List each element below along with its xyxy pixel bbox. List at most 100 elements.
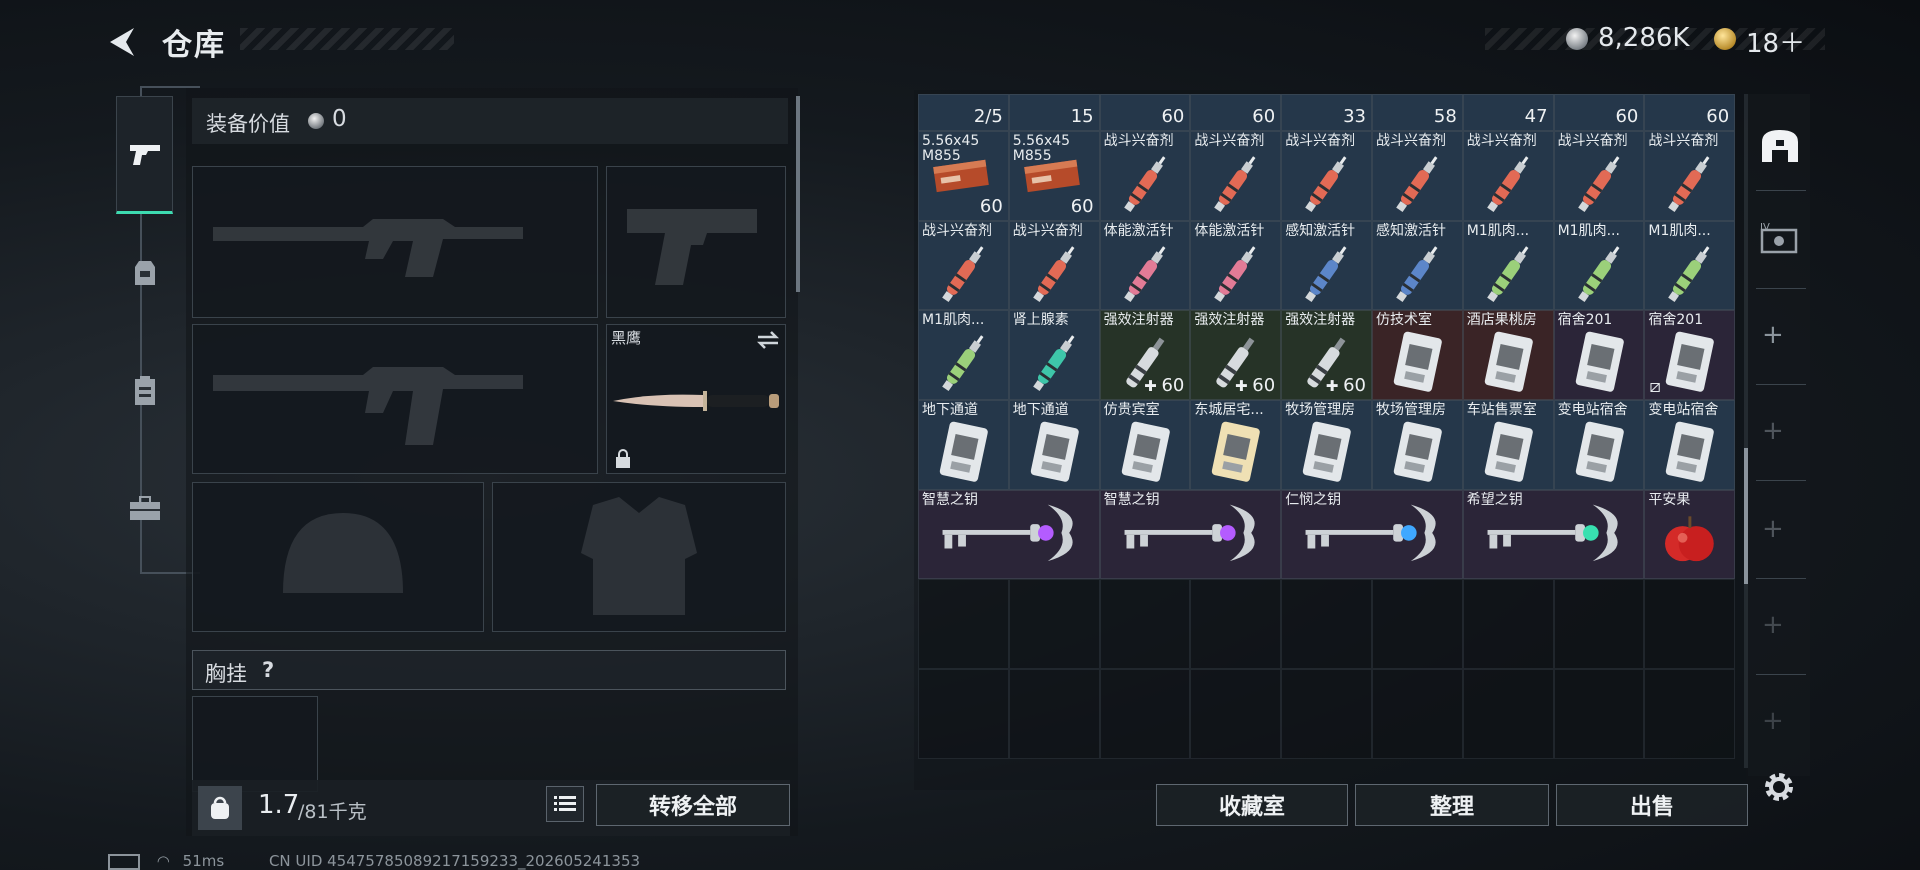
loadout-scrollbar[interactable] [796, 96, 800, 292]
storage-item[interactable]: 5.56x45 M855 60 [1008, 131, 1100, 221]
add-slot-icon[interactable]: + [1762, 320, 1784, 350]
storage-item-key[interactable]: 希望之钥 [1462, 489, 1645, 580]
storage-item[interactable]: 战斗兴奋剂 [1099, 131, 1191, 221]
storage-item[interactable]: 宿舍201 ⧄ [1644, 310, 1736, 401]
empty-slot[interactable] [1462, 579, 1554, 670]
item-count: 60 [1071, 196, 1094, 217]
premium-balance[interactable]: 18＋ [1746, 23, 1805, 60]
storage-cell[interactable]: 60 [1190, 94, 1282, 131]
storage-item[interactable]: 战斗兴奋剂 [1190, 131, 1282, 221]
storage-item[interactable]: 宿舍201 [1553, 310, 1645, 401]
tab-weapon[interactable] [116, 96, 173, 214]
storage-item[interactable]: 战斗兴奋剂 [1462, 131, 1554, 221]
tab-kit[interactable] [116, 450, 173, 568]
storage-item[interactable]: 仿技术室 [1371, 310, 1463, 401]
storage-item[interactable]: 肾上腺素 [1008, 310, 1100, 401]
storage-item[interactable]: 东城居宅... [1190, 400, 1282, 490]
storage-item[interactable]: 牧场管理房 [1281, 400, 1372, 490]
storage-item-apple[interactable]: 平安果 [1644, 489, 1736, 580]
primary-weapon-slot[interactable] [192, 166, 598, 318]
warehouse-icon[interactable] [1760, 128, 1800, 164]
sell-button[interactable]: 出售 [1556, 784, 1748, 826]
storage-item[interactable]: 感知激活针 [1281, 220, 1372, 311]
storage-cell[interactable]: 2/5 [918, 94, 1009, 131]
storage-item[interactable]: 变电站宿舍 [1553, 400, 1645, 490]
storage-item-key[interactable]: 智慧之钥 [918, 489, 1100, 580]
list-view-button[interactable] [546, 786, 584, 822]
empty-slot[interactable] [1281, 669, 1372, 760]
storage-item[interactable]: 地下通道 [1008, 400, 1100, 490]
secondary-weapon-slot[interactable] [192, 324, 598, 474]
empty-slot[interactable] [1008, 669, 1100, 760]
storage-cell[interactable]: 47 [1462, 94, 1554, 131]
tab-inventory[interactable] [116, 332, 173, 450]
lock-icon [616, 449, 630, 468]
helmet-slot[interactable] [192, 482, 484, 632]
add-slot-icon[interactable]: + [1762, 706, 1784, 736]
empty-slot[interactable] [1553, 669, 1645, 760]
empty-slot[interactable] [1644, 669, 1736, 760]
storage-item-key[interactable]: 智慧之钥 [1099, 489, 1282, 580]
add-slot-icon[interactable]: + [1762, 514, 1784, 544]
storage-cell[interactable]: 60 [1099, 94, 1191, 131]
storage-cell[interactable]: 33 [1281, 94, 1372, 131]
empty-slot[interactable] [1371, 579, 1463, 670]
empty-slot[interactable] [1190, 669, 1282, 760]
storage-item[interactable]: 强效注射器 ✚ 60 [1099, 310, 1191, 401]
add-slot-icon[interactable]: + [1762, 416, 1784, 446]
storage-item[interactable]: M1肌肉... [1644, 220, 1736, 311]
storage-item[interactable]: 战斗兴奋剂 [918, 220, 1009, 311]
storage-item[interactable]: 战斗兴奋剂 [1553, 131, 1645, 221]
chest-rig-help-icon[interactable]: ? [262, 658, 274, 682]
storage-cell[interactable]: 58 [1371, 94, 1463, 131]
storage-item[interactable]: M1肌肉... [918, 310, 1009, 401]
storage-item[interactable]: 感知激活针 [1371, 220, 1463, 311]
empty-slot[interactable] [1190, 579, 1282, 670]
armor-slot[interactable] [492, 482, 786, 632]
storage-item[interactable]: M1肌肉... [1462, 220, 1554, 311]
empty-slot[interactable] [1008, 579, 1100, 670]
storage-cell[interactable]: 60 [1644, 94, 1736, 131]
storage-cell[interactable]: 60 [1553, 94, 1645, 131]
storage-item[interactable]: 强效注射器 ✚ 60 [1190, 310, 1282, 401]
storage-item[interactable]: M1肌肉... [1553, 220, 1645, 311]
level-case-icon[interactable]: IV [1758, 220, 1802, 256]
back-icon[interactable] [104, 24, 140, 60]
storage-item[interactable]: 牧场管理房 [1371, 400, 1463, 490]
storage-item[interactable]: 体能激活针 [1190, 220, 1282, 311]
collection-room-button[interactable]: 收藏室 [1156, 784, 1348, 826]
storage-item[interactable]: 体能激活针 [1099, 220, 1191, 311]
storage-item[interactable]: 变电站宿舍 [1644, 400, 1736, 490]
storage-item[interactable]: 车站售票室 [1462, 400, 1554, 490]
empty-slot[interactable] [1099, 669, 1191, 760]
storage-item-key[interactable]: 仁悯之钥 [1281, 489, 1463, 580]
sort-button[interactable]: 整理 [1355, 784, 1549, 826]
empty-slot[interactable] [1644, 579, 1736, 670]
storage-item[interactable]: 5.56x45 M855 60 [918, 131, 1009, 221]
swap-icon[interactable] [755, 329, 781, 351]
item-count: ✚ 60 [1326, 375, 1366, 396]
storage-item[interactable]: 战斗兴奋剂 [1371, 131, 1463, 221]
empty-slot[interactable] [1553, 579, 1645, 670]
storage-item[interactable]: 仿贵宾室 [1099, 400, 1191, 490]
empty-slot[interactable] [1371, 669, 1463, 760]
settings-gear-icon[interactable] [1762, 770, 1796, 804]
storage-item[interactable]: 战斗兴奋剂 [1008, 220, 1100, 311]
storage-item[interactable]: 战斗兴奋剂 [1644, 131, 1736, 221]
storage-item[interactable]: 地下通道 [918, 400, 1009, 490]
empty-slot[interactable] [918, 669, 1009, 760]
chest-rig-slot[interactable] [192, 696, 318, 792]
empty-slot[interactable] [1281, 579, 1372, 670]
storage-item[interactable]: 强效注射器 ✚ 60 [1281, 310, 1372, 401]
empty-slot[interactable] [1099, 579, 1191, 670]
empty-slot[interactable] [918, 579, 1009, 670]
melee-slot[interactable]: 黑鹰 [606, 324, 786, 474]
tab-armor[interactable] [116, 214, 173, 332]
storage-cell[interactable]: 15 [1008, 94, 1100, 131]
transfer-all-button[interactable]: 转移全部 [596, 784, 790, 826]
storage-item[interactable]: 战斗兴奋剂 [1281, 131, 1372, 221]
empty-slot[interactable] [1462, 669, 1554, 760]
add-slot-icon[interactable]: + [1762, 610, 1784, 640]
pistol-slot[interactable] [606, 166, 786, 318]
storage-item[interactable]: 酒店果桃房 [1462, 310, 1554, 401]
